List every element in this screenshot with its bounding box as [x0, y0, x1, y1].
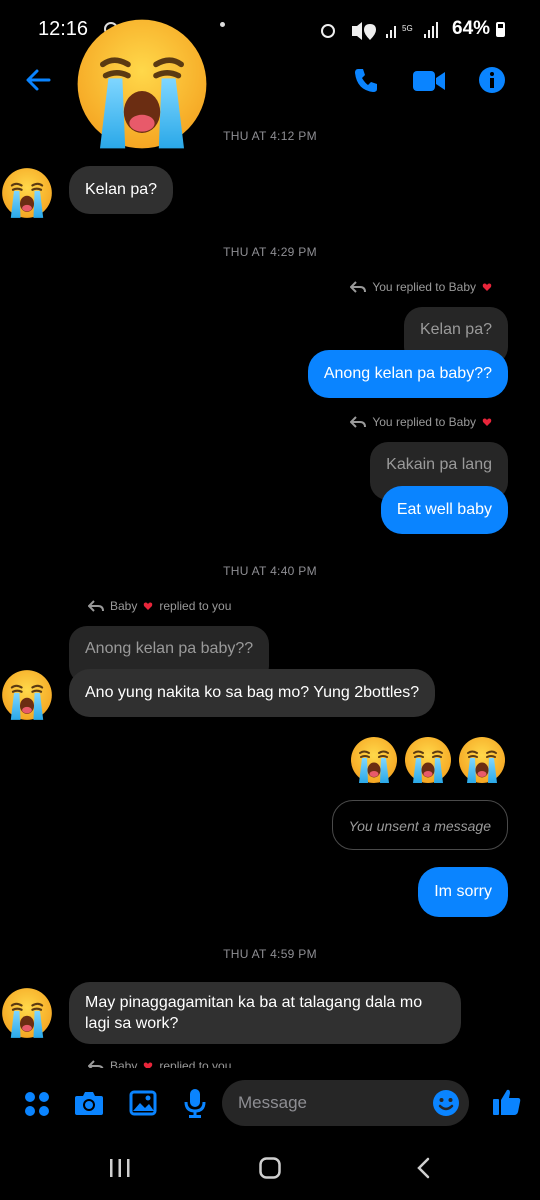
- info-icon[interactable]: [478, 66, 506, 94]
- reply-note-text: You replied to Baby: [372, 280, 476, 294]
- message-input-placeholder: Message: [238, 1093, 307, 1112]
- crying-face-emoji-icon: [348, 735, 400, 785]
- recent-apps-icon[interactable]: [108, 1156, 132, 1180]
- reply-indicator: You replied to Baby: [350, 280, 492, 294]
- apps-grid-icon[interactable]: [24, 1091, 50, 1117]
- timestamp: THU AT 4:12 PM: [223, 129, 317, 143]
- incoming-message[interactable]: May pinaggagamitan ka ba at talagang dal…: [69, 982, 461, 1044]
- network-label: 5G: [402, 24, 413, 33]
- reply-note-text: You replied to Baby: [372, 415, 476, 429]
- crying-face-emoji-icon: [456, 735, 508, 785]
- outgoing-message[interactable]: Im sorry: [418, 867, 508, 917]
- battery-icon: [496, 22, 505, 37]
- heart-icon: [144, 602, 153, 610]
- contact-avatar[interactable]: [0, 986, 54, 1040]
- back-arrow-icon[interactable]: [24, 66, 52, 94]
- reply-arrow-icon: [350, 416, 367, 428]
- timestamp: THU AT 4:40 PM: [223, 564, 317, 578]
- unsent-message-notice: You unsent a message: [331, 800, 508, 850]
- home-icon[interactable]: [258, 1156, 282, 1180]
- reply-indicator: You replied to Baby: [350, 415, 492, 429]
- more-notifications-dot-icon: [220, 22, 225, 27]
- emoji-message[interactable]: [348, 735, 508, 785]
- video-call-icon[interactable]: [412, 68, 446, 94]
- heart-icon: [482, 283, 492, 291]
- gallery-icon[interactable]: [129, 1089, 157, 1117]
- emoji-picker-icon[interactable]: [432, 1089, 460, 1117]
- incoming-message[interactable]: Kelan pa?: [69, 166, 174, 214]
- reply-note-name: Baby: [110, 599, 138, 613]
- phone-call-icon[interactable]: [352, 66, 380, 94]
- crying-face-emoji-icon: [402, 735, 454, 785]
- battery-percent: 64%: [452, 18, 491, 39]
- timestamp: THU AT 4:29 PM: [223, 245, 317, 259]
- reply-note-suffix: replied to you: [159, 599, 232, 613]
- thumbs-up-icon[interactable]: [492, 1087, 522, 1117]
- camera-icon[interactable]: [74, 1089, 104, 1117]
- outgoing-message[interactable]: Anong kelan pa baby??: [307, 350, 508, 398]
- timestamp: THU AT 4:59 PM: [223, 947, 317, 961]
- incoming-message[interactable]: Ano yung nakita ko sa bag mo? Yung 2bott…: [69, 669, 436, 717]
- reply-arrow-icon: [88, 600, 104, 612]
- microphone-icon[interactable]: [184, 1088, 206, 1118]
- reply-indicator: Baby replied to you: [88, 599, 231, 613]
- reply-arrow-icon: [350, 281, 367, 293]
- status-icons: 5G: [321, 22, 438, 40]
- back-nav-icon[interactable]: [412, 1156, 436, 1180]
- heart-icon: [482, 418, 492, 426]
- outgoing-message[interactable]: Eat well baby: [380, 486, 508, 534]
- contact-avatar[interactable]: [0, 668, 54, 722]
- contact-avatar[interactable]: [0, 166, 54, 220]
